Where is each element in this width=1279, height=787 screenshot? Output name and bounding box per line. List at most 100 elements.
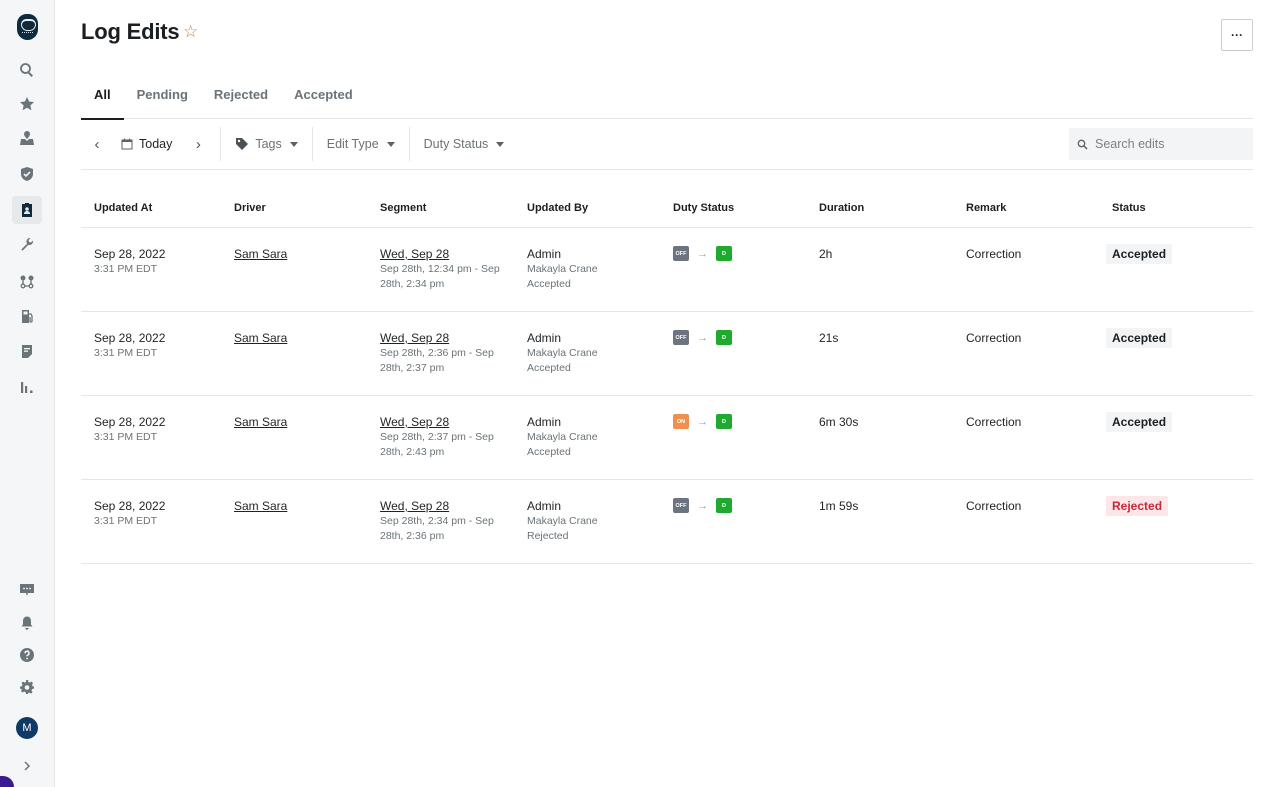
segment-cell: Wed, Sep 28 Sep 28th, 12:34 pm - Sep 28t… — [367, 247, 514, 311]
page-title: Log Edits — [81, 19, 180, 44]
duty-status-cell: OFF → D — [660, 246, 806, 311]
avatar[interactable]: M — [16, 717, 38, 739]
edit-type-label: Edit Type — [326, 137, 379, 151]
nav-map[interactable] — [12, 124, 42, 152]
sidebar: M — [0, 0, 55, 787]
nav-documents[interactable] — [12, 337, 42, 365]
column-header-updated-by[interactable]: Updated By — [514, 202, 660, 214]
driver-link[interactable]: Sam Sara — [234, 415, 287, 429]
column-header-status[interactable]: Status — [1099, 202, 1253, 214]
updated-by-result: Accepted — [527, 445, 571, 458]
duration-cell: 2h — [819, 247, 833, 261]
segment-day-link[interactable]: Wed, Sep 28 — [380, 499, 449, 513]
search-input[interactable] — [1095, 137, 1245, 151]
duration-cell: 6m 30s — [819, 415, 859, 429]
date-picker-button[interactable]: Today — [115, 128, 178, 160]
duration-cell: 21s — [819, 331, 839, 345]
updated-time: 3:31 PM EDT — [94, 431, 158, 443]
duration-cell: 1m 59s — [819, 499, 859, 513]
gear-icon — [20, 680, 34, 694]
status-cell: Rejected — [1099, 496, 1253, 563]
bar-chart-icon — [21, 382, 33, 393]
table-row[interactable]: Sep 28, 2022 3:31 PM EDT Sam Sara Wed, S… — [81, 312, 1253, 396]
remark-cell: Correction — [966, 415, 1022, 429]
updated-by-name: Makayla Crane — [527, 515, 598, 527]
nav-search[interactable] — [12, 56, 42, 84]
driver-cell: Sam Sara — [221, 415, 367, 479]
chat-icon — [20, 584, 34, 596]
duty-status-label: Duty Status — [423, 137, 489, 151]
from-duty-status-badge: OFF — [673, 330, 689, 345]
tags-filter-button[interactable]: Tags — [229, 128, 303, 160]
nav-help[interactable] — [12, 641, 42, 669]
status-badge: Accepted — [1106, 328, 1173, 348]
updated-by-role: Admin — [527, 247, 562, 261]
nav-messages[interactable] — [12, 576, 42, 604]
to-duty-status-badge: D — [716, 414, 732, 429]
updated-by-name: Makayla Crane — [527, 263, 598, 275]
nav-reports[interactable] — [12, 373, 42, 401]
nav-maintenance[interactable] — [12, 231, 42, 259]
favorite-star-icon[interactable]: ☆ — [183, 22, 198, 42]
column-header-updated-at[interactable]: Updated At — [81, 202, 221, 214]
tab-all[interactable]: All — [81, 78, 124, 120]
driver-link[interactable]: Sam Sara — [234, 331, 287, 345]
driver-link[interactable]: Sam Sara — [234, 499, 287, 513]
tag-icon — [236, 138, 249, 150]
segment-cell: Wed, Sep 28 Sep 28th, 2:34 pm - Sep 28th… — [367, 499, 514, 563]
column-header-duration[interactable]: Duration — [806, 202, 953, 214]
tab-accepted[interactable]: Accepted — [281, 78, 366, 119]
status-badge: Accepted — [1106, 412, 1173, 432]
next-date-button[interactable]: › — [184, 128, 212, 160]
divider — [408, 127, 410, 161]
column-header-segment[interactable]: Segment — [367, 202, 514, 214]
caret-down-icon — [386, 141, 395, 147]
status-cell: Accepted — [1099, 328, 1253, 395]
table-row[interactable]: Sep 28, 2022 3:31 PM EDT Sam Sara Wed, S… — [81, 480, 1253, 564]
nav-favorites[interactable] — [12, 90, 42, 118]
table-row[interactable]: Sep 28, 2022 3:31 PM EDT Sam Sara Wed, S… — [81, 396, 1253, 480]
owl-logo-icon[interactable] — [17, 14, 38, 40]
segment-day-link[interactable]: Wed, Sep 28 — [380, 331, 449, 345]
table-row[interactable]: Sep 28, 2022 3:31 PM EDT Sam Sara Wed, S… — [81, 228, 1253, 312]
to-duty-status-badge: D — [716, 246, 732, 261]
nav-safety[interactable] — [12, 160, 42, 188]
driver-cell: Sam Sara — [221, 247, 367, 311]
segment-day-link[interactable]: Wed, Sep 28 — [380, 247, 449, 261]
nav-settings[interactable] — [12, 673, 42, 701]
status-cell: Accepted — [1099, 412, 1253, 479]
caret-down-icon — [289, 141, 298, 147]
duty-status-filter-button[interactable]: Duty Status — [418, 128, 511, 160]
more-options-button[interactable]: ··· — [1221, 19, 1253, 51]
nav-routes[interactable] — [12, 268, 42, 296]
chevron-right-icon — [24, 761, 31, 771]
tab-rejected[interactable]: Rejected — [201, 78, 281, 119]
edit-type-filter-button[interactable]: Edit Type — [321, 128, 401, 160]
tab-pending[interactable]: Pending — [124, 78, 201, 119]
driver-link[interactable]: Sam Sara — [234, 247, 287, 261]
updated-by-name: Makayla Crane — [527, 431, 598, 443]
driver-cell: Sam Sara — [221, 331, 367, 395]
segment-cell: Wed, Sep 28 Sep 28th, 2:36 pm - Sep 28th… — [367, 331, 514, 395]
status-cell: Accepted — [1099, 244, 1253, 311]
id-badge-icon — [22, 203, 32, 217]
expand-sidebar-button[interactable] — [12, 752, 42, 780]
nav-fuel[interactable] — [12, 302, 42, 330]
column-header-remark[interactable]: Remark — [953, 202, 1099, 214]
updated-date: Sep 28, 2022 — [94, 247, 166, 261]
segment-day-link[interactable]: Wed, Sep 28 — [380, 415, 449, 429]
nav-alerts[interactable] — [12, 609, 42, 637]
duty-status-cell: ON → D — [660, 414, 806, 479]
main-content: Log Edits ☆ ··· All Pending Rejected Acc… — [55, 0, 1279, 787]
to-duty-status-badge: D — [716, 498, 732, 513]
wrench-icon — [21, 237, 33, 251]
column-header-duty-status[interactable]: Duty Status — [660, 202, 806, 214]
column-header-driver[interactable]: Driver — [221, 202, 367, 214]
arrow-right-icon: → — [697, 499, 708, 512]
date-label: Today — [139, 137, 173, 151]
prev-date-button[interactable]: ‹ — [81, 128, 111, 160]
nav-compliance[interactable] — [12, 196, 42, 224]
fuel-icon — [22, 310, 33, 323]
chevron-left-icon: ‹ — [94, 135, 100, 153]
status-badge: Accepted — [1106, 244, 1173, 264]
